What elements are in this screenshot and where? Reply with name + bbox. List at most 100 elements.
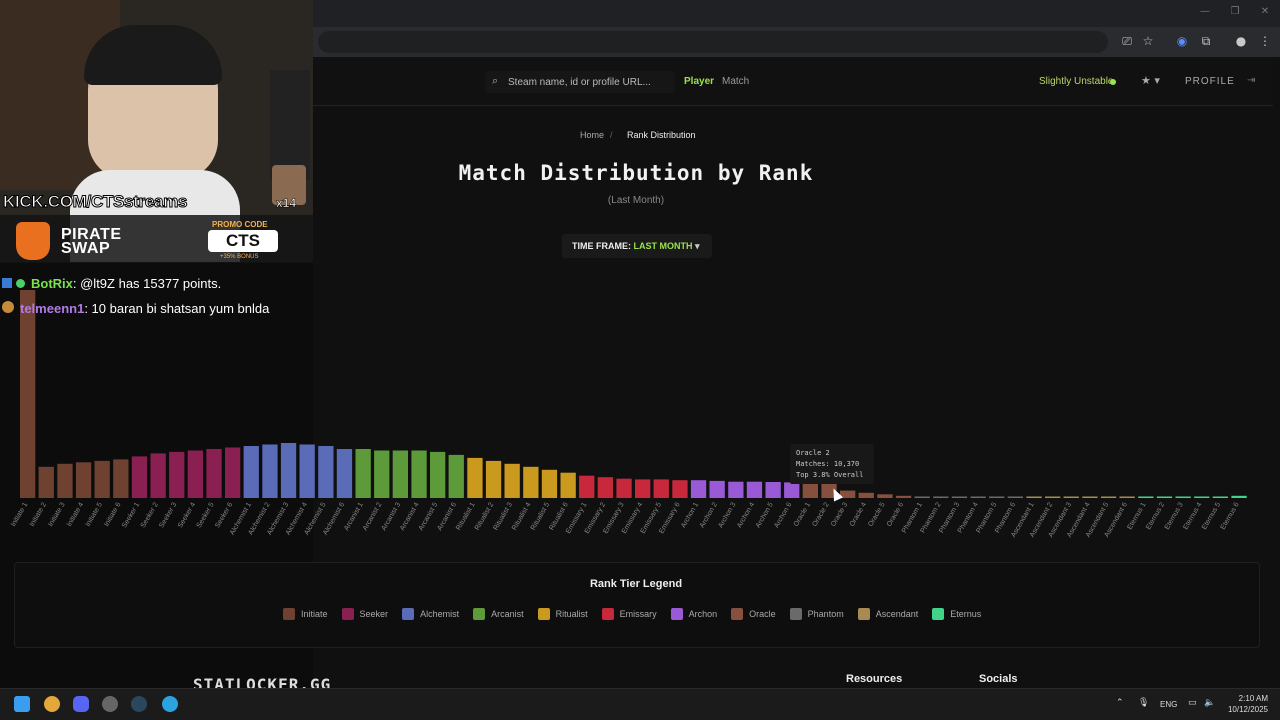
bar-emissary-3[interactable] [616,478,632,498]
language-indicator[interactable]: ENG [1160,700,1177,709]
timeframe-dropdown[interactable]: TIME FRAME: LAST MONTH ▾ [562,234,712,258]
timeframe-value: LAST MONTH [633,241,693,251]
volume-icon[interactable]: 🔈 [1204,698,1215,708]
bar-alchemist-4[interactable] [299,444,315,499]
bar-archon-6[interactable] [784,482,800,498]
windows-start-icon[interactable] [14,696,30,712]
bar-oracle-4[interactable] [858,492,874,498]
bar-eternus-2[interactable] [1156,496,1173,499]
search-input[interactable] [508,74,668,90]
bar-oracle-5[interactable] [877,494,893,498]
bar-initiate-3[interactable] [57,463,73,498]
bar-arcanist-2[interactable] [374,450,390,499]
bar-archon-4[interactable] [746,481,763,498]
bar-arcanist-3[interactable] [392,450,408,499]
microphone-icon[interactable]: 🎙 [1138,698,1149,708]
bar-ritualist-3[interactable] [504,463,520,498]
extension-icon[interactable]: ◉ [1175,34,1189,48]
bar-eternus-1[interactable] [1138,496,1154,499]
bar-phantom-2[interactable] [933,496,949,499]
bar-alchemist-3[interactable] [280,443,297,498]
bar-initiate-6[interactable] [113,459,129,498]
bar-seeker-3[interactable] [169,451,185,498]
bar-ascendant-1[interactable] [1026,496,1042,499]
bar-ritualist-1[interactable] [467,457,483,498]
bar-arcanist-1[interactable] [355,449,371,498]
bar-seeker-1[interactable] [131,456,148,498]
bar-phantom-6[interactable] [1007,496,1023,499]
bar-emissary-6[interactable] [672,480,688,498]
bar-phantom-1[interactable] [914,496,930,499]
minimize-icon[interactable]: — [1198,6,1212,20]
bar-alchemist-5[interactable] [318,446,334,498]
bar-ascendant-4[interactable] [1082,496,1098,499]
bar-seeker-6[interactable] [225,447,241,499]
search-icon: ⌕ [492,74,499,87]
bar-initiate-5[interactable] [94,460,110,498]
tab-match[interactable]: Match [722,76,749,87]
menu-icon[interactable]: ⋮ [1258,34,1272,48]
bar-archon-5[interactable] [765,482,781,498]
clock-time[interactable]: 2:10 AM [1230,694,1268,703]
bar-archon-3[interactable] [728,481,744,498]
breadcrumb-home[interactable]: Home [580,130,604,140]
bar-eternus-4[interactable] [1194,496,1210,499]
bar-ritualist-6[interactable] [560,472,576,498]
tray-chevron-icon[interactable]: ⌃ [1116,698,1124,708]
bar-ascendant-6[interactable] [1119,496,1135,499]
clock-date[interactable]: 10/12/2025 [1222,705,1268,714]
bar-ritualist-5[interactable] [541,469,558,498]
chrome-icon[interactable] [44,696,60,712]
bar-phantom-3[interactable] [951,496,968,499]
bar-oracle-6[interactable] [895,495,912,498]
bar-initiate-4[interactable] [75,462,92,498]
logout-icon[interactable]: ⇥ [1247,75,1255,86]
bar-ritualist-4[interactable] [523,466,539,498]
bar-arcanist-6[interactable] [448,454,464,498]
bar-ritualist-2[interactable] [485,460,502,498]
puzzle-icon[interactable]: ⧉ [1199,34,1213,48]
profile-link[interactable]: PROFILE [1185,76,1235,87]
telegram-icon[interactable] [162,696,178,712]
bar-ascendant-2[interactable] [1045,496,1061,499]
bar-arcanist-5[interactable] [430,451,446,498]
bar-alchemist-6[interactable] [336,449,353,498]
legend-swatch [537,608,550,620]
bar-arcanist-4[interactable] [411,450,427,499]
chat-message: telmeenn1: 10 baran bi shatsan yum bnlda [2,301,269,316]
address-bar[interactable] [318,31,1108,53]
star-icon[interactable]: ☆ [1141,34,1155,48]
obs-icon[interactable] [102,696,118,712]
bar-oracle-1[interactable] [802,482,818,498]
close-icon[interactable]: ✕ [1258,6,1272,20]
bar-seeker-5[interactable] [206,449,222,498]
profile-icon[interactable]: ● [1234,34,1248,48]
bar-seeker-4[interactable] [187,450,203,499]
restore-icon[interactable]: ❐ [1228,6,1242,20]
bar-emissary-4[interactable] [635,479,651,498]
bar-ascendant-3[interactable] [1063,496,1079,499]
search-box[interactable]: ⌕ [485,71,675,93]
tab-player[interactable]: Player [684,76,714,87]
bar-ascendant-5[interactable] [1100,496,1117,499]
steam-icon[interactable] [131,696,147,712]
bar-eternus-6[interactable] [1231,495,1247,498]
network-icon[interactable]: ▭ [1188,698,1197,708]
bar-alchemist-1[interactable] [243,446,259,498]
bar-eternus-5[interactable] [1212,496,1228,499]
bar-emissary-2[interactable] [597,477,613,498]
discord-icon[interactable] [73,696,89,712]
legend-swatch [283,608,295,620]
favorites-star-icon[interactable]: ★ ▾ [1141,74,1160,87]
bar-archon-1[interactable] [690,480,707,498]
cast-icon[interactable]: ⎚ [1120,34,1134,48]
bar-archon-2[interactable] [709,480,725,498]
bar-emissary-1[interactable] [579,475,595,498]
bar-initiate-2[interactable] [38,466,54,498]
bar-seeker-2[interactable] [150,453,166,498]
bar-eternus-3[interactable] [1175,496,1191,499]
bar-emissary-5[interactable] [653,479,669,498]
bar-alchemist-2[interactable] [262,444,278,499]
bar-phantom-5[interactable] [989,496,1005,499]
bar-phantom-4[interactable] [970,496,986,499]
